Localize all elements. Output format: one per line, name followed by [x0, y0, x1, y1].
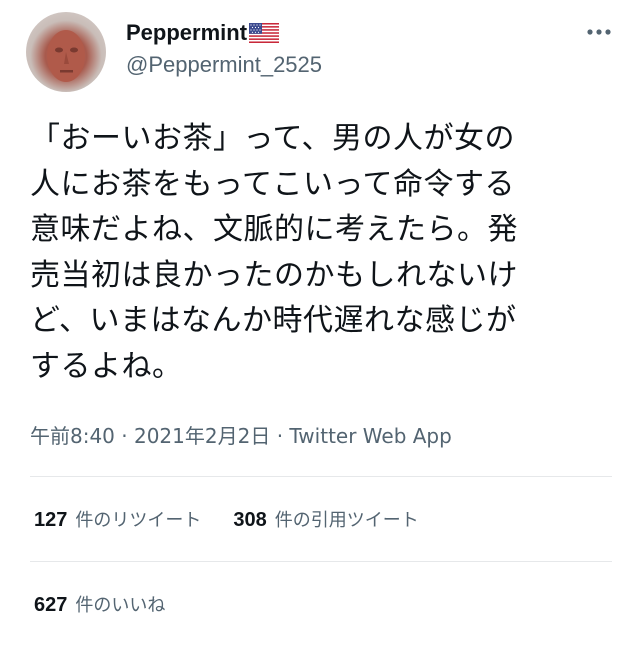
tweet-text-line: ど、いまはなんか時代遅れな感じが: [30, 303, 517, 338]
quote-tweets-stat[interactable]: 308 件の引用ツイート: [233, 506, 418, 532]
tweet-text-line: 売当初は良かったのかもしれないけ: [30, 257, 518, 293]
tweet-text-line: するよね。: [30, 348, 183, 384]
user-handle[interactable]: @Peppermint_2525: [126, 52, 322, 78]
quote-tweets-count: 308: [233, 509, 267, 531]
quote-tweets-label: 件の引用ツイート: [274, 510, 419, 531]
name-row: Peppermint: [126, 18, 280, 48]
divider: [30, 476, 612, 477]
tweet-text-line: 意味だよね、文脈的に考えたら。発: [30, 212, 518, 247]
tweet-text-line: 「おーいお茶」って、男の人が女の: [30, 121, 515, 156]
avatar-image: [47, 30, 85, 82]
tweet-text-line: 人にお茶をもってこいって命令する: [30, 166, 515, 202]
likes-stat[interactable]: 627 件のいいね: [34, 591, 165, 617]
divider: [30, 561, 612, 562]
retweets-label: 件のリツイート: [75, 510, 202, 531]
tweet-text: 「おーいお茶」って、男の人が女の 人にお茶をもってこいって命令する 意味だよね、…: [30, 116, 620, 389]
likes-count: 627: [34, 594, 68, 616]
likes-label: 件のいいね: [75, 595, 166, 616]
stats-row-shares: 127 件のリツイート 308 件の引用ツイート: [34, 504, 451, 534]
ellipsis-icon[interactable]: [586, 22, 612, 42]
tweet-header: Peppermint @Peppermint_2525: [0, 0, 640, 110]
retweets-count: 127: [34, 509, 68, 531]
tweet-timestamp[interactable]: 午前8:40 · 2021年2月2日 · Twitter Web App: [30, 420, 452, 449]
avatar[interactable]: [26, 12, 106, 92]
stats-row-likes: 627 件のいいね: [34, 589, 197, 619]
display-name[interactable]: Peppermint: [126, 20, 247, 46]
retweets-stat[interactable]: 127 件のリツイート: [34, 506, 201, 532]
us-flag-icon: [249, 23, 280, 43]
